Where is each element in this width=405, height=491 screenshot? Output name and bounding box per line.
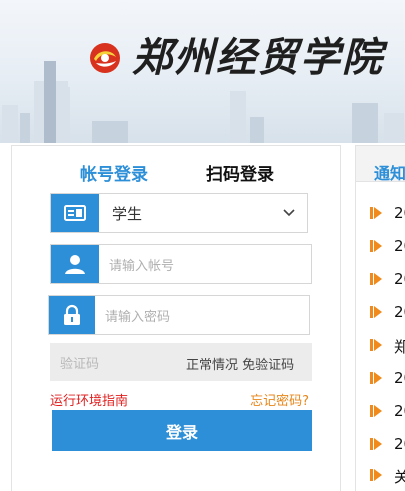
bullet-arrow-icon	[370, 306, 382, 318]
notice-item[interactable]: 关	[356, 466, 405, 486]
bullet-arrow-icon	[370, 469, 382, 481]
captcha-input[interactable]: 验证码 正常情况 免验证码	[50, 343, 312, 381]
bullet-arrow-icon	[370, 339, 382, 351]
notice-item-text: 20	[394, 204, 405, 222]
bullet-arrow-icon	[370, 372, 382, 384]
notice-title: 通知	[374, 164, 405, 183]
notice-item[interactable]: 20	[356, 303, 405, 323]
skyline-building	[2, 105, 18, 143]
bullet-arrow-icon	[370, 273, 382, 285]
notice-item-text: 20	[394, 369, 405, 387]
bullet-arrow-icon	[370, 207, 382, 219]
username-row: 请输入帐号	[50, 244, 312, 284]
env-guide-link[interactable]: 运行环境指南	[50, 390, 128, 409]
username-input[interactable]: 请输入帐号	[99, 245, 311, 283]
school-name: 郑州经贸学院	[132, 34, 384, 81]
bullet-arrow-icon	[370, 438, 382, 450]
lock-icon	[49, 296, 95, 334]
role-select-value[interactable]: 学生	[99, 194, 307, 232]
notice-item[interactable]: 20	[356, 435, 405, 455]
notice-item-text: 20	[394, 237, 405, 255]
notice-item[interactable]: 20	[356, 237, 405, 257]
login-links: 运行环境指南 忘记密码?	[50, 390, 312, 409]
skyline-building	[20, 113, 30, 143]
school-logo: 郑州经贸学院	[88, 36, 384, 80]
user-icon	[51, 245, 99, 283]
bullet-arrow-icon	[370, 240, 382, 252]
header-banner: 郑州经贸学院	[0, 0, 405, 143]
notice-item[interactable]: 20	[356, 270, 405, 290]
forgot-password-link[interactable]: 忘记密码?	[250, 390, 309, 409]
notice-item[interactable]: 20	[356, 369, 405, 389]
notice-panel: 通知 20 20 20 20 郑 20 20 20 关	[355, 145, 405, 491]
tab-account-login[interactable]: 帐号登录	[80, 160, 148, 185]
skyline-building	[384, 113, 404, 143]
skyline-building	[60, 87, 70, 143]
notice-item[interactable]: 郑	[356, 336, 405, 356]
notice-item-text: 关	[394, 466, 405, 487]
notice-item-text: 20	[394, 270, 405, 288]
skyline-building	[92, 121, 128, 143]
bullet-arrow-icon	[370, 405, 382, 417]
login-tabs: 帐号登录 扫码登录	[12, 160, 342, 185]
school-emblem-icon	[90, 43, 120, 73]
skyline-building	[250, 117, 264, 143]
notice-item-text: 20	[394, 402, 405, 420]
notice-item-text: 20	[394, 435, 405, 453]
captcha-status: 正常情况 免验证码	[186, 358, 295, 373]
role-selected-label: 学生	[112, 204, 143, 223]
password-input[interactable]: 请输入密码	[95, 296, 309, 334]
notice-item-text: 郑	[394, 336, 405, 357]
notice-item-text: 20	[394, 303, 405, 321]
password-row: 请输入密码	[48, 295, 310, 335]
notice-item[interactable]: 20	[356, 204, 405, 224]
id-card-icon	[51, 194, 99, 232]
chevron-down-icon[interactable]	[283, 209, 295, 217]
tab-qrcode-login[interactable]: 扫码登录	[206, 160, 274, 185]
notice-header: 通知	[356, 146, 405, 183]
login-button[interactable]: 登录	[52, 410, 312, 451]
skyline-building	[44, 61, 56, 143]
login-panel: 帐号登录 扫码登录 学生 请输入帐号 请输入密码 验证码 正常情况 免验证码 运…	[11, 145, 341, 491]
role-select[interactable]: 学生	[50, 193, 308, 233]
skyline-building	[230, 91, 246, 143]
captcha-placeholder: 验证码	[60, 356, 100, 372]
notice-item[interactable]: 20	[356, 402, 405, 422]
skyline-building	[352, 103, 378, 143]
